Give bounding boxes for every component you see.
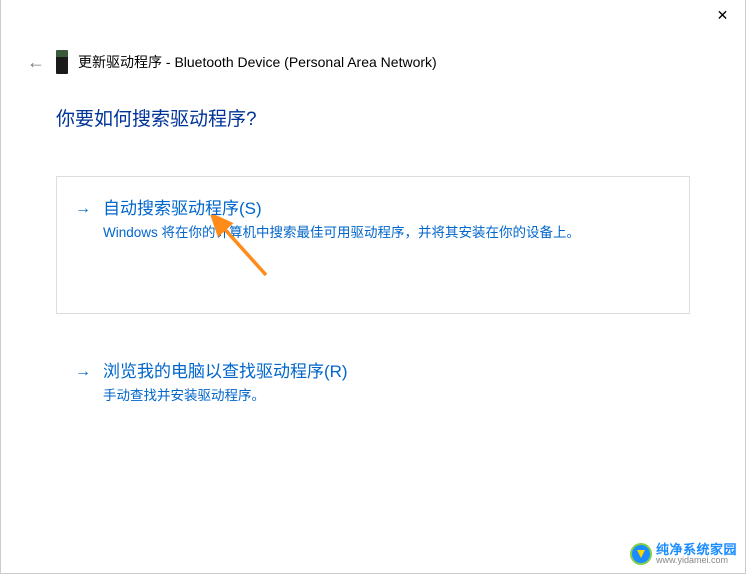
arrow-right-icon: →: [75, 200, 91, 218]
watermark-logo-icon: [630, 543, 652, 565]
option-desc: 手动查找并安装驱动程序。: [103, 386, 671, 406]
watermark-text: 纯净系统家园 www.yidamei.com: [656, 543, 737, 565]
titlebar: ✕: [1, 0, 745, 30]
dialog-title: 更新驱动程序 - Bluetooth Device (Personal Area…: [78, 52, 437, 72]
close-icon: ✕: [717, 7, 729, 24]
option-browse-computer[interactable]: → 浏览我的电脑以查找驱动程序(R) 手动查找并安装驱动程序。: [56, 339, 690, 427]
watermark-url: www.yidamei.com: [656, 556, 737, 565]
header: ← 更新驱动程序 - Bluetooth Device (Personal Ar…: [1, 30, 745, 74]
device-icon: [56, 50, 68, 74]
watermark: 纯净系统家园 www.yidamei.com: [630, 543, 737, 565]
close-button[interactable]: ✕: [700, 0, 745, 30]
update-driver-dialog: ✕ ← 更新驱动程序 - Bluetooth Device (Personal …: [0, 0, 746, 574]
option-text: 浏览我的电脑以查找驱动程序(R) 手动查找并安装驱动程序。: [103, 360, 671, 406]
option-text: 自动搜索驱动程序(S) Windows 将在你的计算机中搜索最佳可用驱动程序，并…: [103, 197, 671, 243]
option-title: 自动搜索驱动程序(S): [103, 197, 671, 221]
option-desc: Windows 将在你的计算机中搜索最佳可用驱动程序，并将其安装在你的设备上。: [103, 223, 671, 243]
back-button[interactable]: ←: [26, 52, 46, 72]
content: 你要如何搜索驱动程序? → 自动搜索驱动程序(S) Windows 将在你的计算…: [1, 74, 745, 427]
option-auto-search[interactable]: → 自动搜索驱动程序(S) Windows 将在你的计算机中搜索最佳可用驱动程序…: [56, 176, 690, 314]
option-title: 浏览我的电脑以查找驱动程序(R): [103, 360, 671, 384]
arrow-right-icon: →: [75, 363, 91, 381]
page-heading: 你要如何搜索驱动程序?: [56, 104, 690, 131]
back-icon: ←: [27, 52, 45, 73]
